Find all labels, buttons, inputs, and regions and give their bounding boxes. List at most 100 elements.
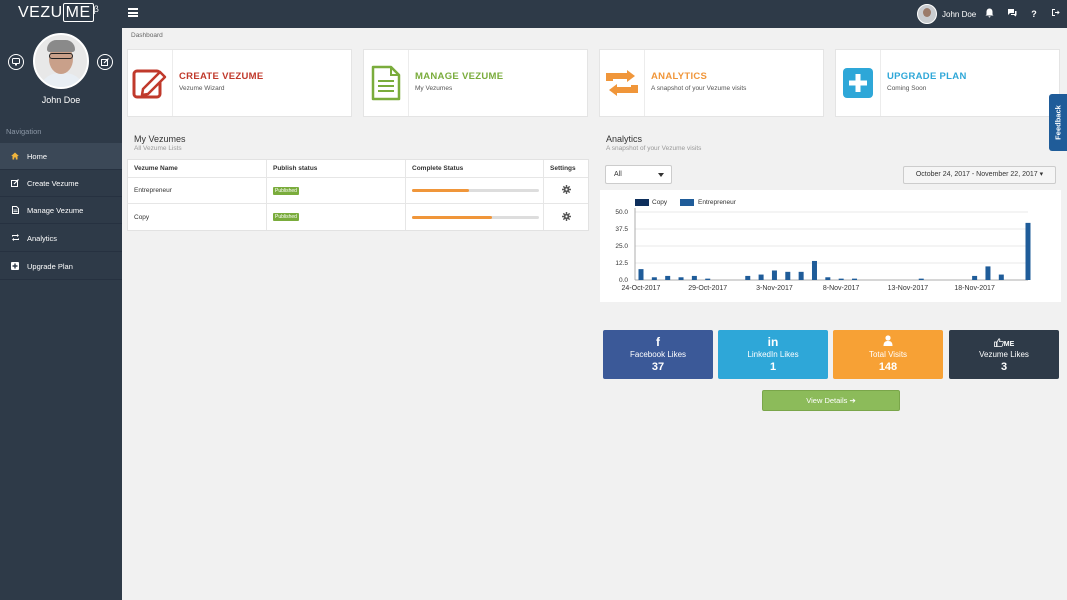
edit-icon xyxy=(11,179,19,187)
feedback-tab[interactable]: Feedback xyxy=(1049,94,1067,151)
analytics-subtitle: A snapshot of your Vezume visits xyxy=(606,145,702,152)
y-tick-label: 12.5 xyxy=(615,260,628,267)
complete-status-cell xyxy=(406,204,544,230)
sidebar-item-upgrade-plan[interactable]: Upgrade Plan xyxy=(0,253,122,280)
avatar xyxy=(917,4,937,24)
card-subtitle: Vezume Wizard xyxy=(179,85,225,92)
pencil-box-icon xyxy=(128,50,173,116)
create-vezume-card[interactable]: CREATE VEZUME Vezume Wizard xyxy=(127,49,352,117)
bar xyxy=(918,278,924,280)
top-user-name: John Doe xyxy=(942,9,977,19)
upgrade-plan-card[interactable]: UPGRADE PLAN Coming Soon xyxy=(835,49,1060,117)
column-header: Settings xyxy=(550,165,576,172)
filter-select[interactable]: All xyxy=(605,165,672,184)
stat-label: Facebook Likes xyxy=(629,350,687,359)
view-details-button[interactable]: View Details ➔ xyxy=(762,390,900,411)
profile-avatar[interactable] xyxy=(33,33,89,89)
complete-status-cell xyxy=(406,178,544,203)
bar xyxy=(985,266,991,280)
bar xyxy=(665,275,671,280)
menu-toggle-icon[interactable] xyxy=(128,8,138,17)
progress-bar xyxy=(412,189,539,192)
stat-label: LinkedIn Likes xyxy=(747,350,799,359)
y-tick-label: 37.5 xyxy=(615,226,628,233)
sidebar-item-label: Upgrade Plan xyxy=(27,261,73,271)
bar xyxy=(745,275,751,280)
x-tick-label: 3-Nov-2017 xyxy=(756,285,793,292)
profile-name: John Doe xyxy=(41,95,81,105)
my-vezumes-subtitle: All Vezume Lists xyxy=(134,145,182,152)
bar xyxy=(1025,222,1031,280)
bar xyxy=(771,270,777,280)
user-icon xyxy=(833,335,943,349)
bar xyxy=(638,269,644,280)
gear-icon[interactable] xyxy=(561,211,571,223)
bar xyxy=(651,277,657,280)
vezume-name[interactable]: Copy xyxy=(128,204,267,230)
bar xyxy=(972,275,978,280)
gear-icon[interactable] xyxy=(561,185,571,196)
column-header: Publish status xyxy=(267,160,406,177)
facebook-likes-tile[interactable]: f Facebook Likes 37 xyxy=(603,330,713,379)
plus-square-icon xyxy=(11,262,19,270)
analytics-card[interactable]: ANALYTICS A snapshot of your Vezume visi… xyxy=(599,49,824,117)
stat-label: Vezume Likes xyxy=(979,350,1029,359)
bar xyxy=(852,278,858,280)
user-menu[interactable]: John Doe xyxy=(917,4,976,24)
analytics-chart: Copy Entrepreneur 50.0 37.5 25.0 12.5 0.0 24-… xyxy=(600,190,1061,302)
sidebar-item-manage-vezume[interactable]: Manage Vezume xyxy=(0,197,122,224)
column-header: Complete Status xyxy=(406,160,544,177)
progress-fill xyxy=(412,215,492,219)
home-icon xyxy=(11,152,19,160)
bar xyxy=(998,274,1004,280)
view-details-label: View Details xyxy=(806,396,848,405)
manage-vezume-card[interactable]: MANAGE VEZUME My Vezumes xyxy=(363,49,588,117)
top-bar: VEZU ME β John Doe ? xyxy=(0,0,1067,28)
table-header-row: Vezume Name Publish status Complete Stat… xyxy=(128,160,588,178)
arrow-right-icon: ➔ xyxy=(849,396,856,405)
card-title: CREATE VEZUME xyxy=(179,71,264,82)
sidebar-item-home[interactable]: Home xyxy=(0,143,122,170)
x-tick-label: 18-Nov-2017 xyxy=(954,285,995,292)
bell-icon[interactable] xyxy=(983,8,995,20)
card-title: MANAGE VEZUME xyxy=(415,71,504,82)
logo-me-text: ME xyxy=(62,3,94,22)
me-text: ME xyxy=(1003,341,1015,348)
sidebar-item-analytics[interactable]: Analytics xyxy=(0,225,122,252)
column-header: Vezume Name xyxy=(128,160,267,177)
y-tick-label: 25.0 xyxy=(615,243,628,250)
linkedin-likes-tile[interactable]: in LinkedIn Likes 1 xyxy=(718,330,828,379)
publish-status-cell: Published xyxy=(267,178,406,203)
date-range-picker[interactable]: October 24, 2017 - November 22, 2017 ▾ xyxy=(903,166,1056,184)
total-visits-tile[interactable]: Total Visits 148 xyxy=(833,330,943,379)
settings-cell xyxy=(544,204,588,230)
card-subtitle: Coming Soon xyxy=(887,85,927,92)
stat-value: 37 xyxy=(651,361,665,373)
sidebar-item-create-vezume[interactable]: Create Vezume xyxy=(0,170,122,197)
card-title: ANALYTICS xyxy=(651,71,708,82)
facebook-icon: f xyxy=(656,335,660,349)
sidebar-item-label: Create Vezume xyxy=(27,178,79,188)
logo-beta: β xyxy=(93,4,100,14)
stat-value: 148 xyxy=(878,361,898,373)
x-tick-label: 29-Oct-2017 xyxy=(688,285,727,292)
monitor-icon[interactable] xyxy=(8,54,24,70)
retweet-icon xyxy=(600,50,645,116)
logout-icon[interactable] xyxy=(1049,8,1061,20)
profile-area: John Doe xyxy=(0,28,122,116)
chat-icon[interactable] xyxy=(1006,8,1018,20)
vezume-logo[interactable]: VEZU ME β xyxy=(18,3,100,22)
vezume-likes-tile[interactable]: ME Vezume Likes 3 xyxy=(949,330,1059,379)
analytics-title: Analytics xyxy=(606,134,643,144)
breadcrumb[interactable]: Dashboard xyxy=(131,32,163,39)
sidebar-item-label: Analytics xyxy=(27,233,58,243)
bar xyxy=(678,277,684,280)
date-range-text: October 24, 2017 - November 22, 2017 xyxy=(915,171,1038,178)
settings-cell xyxy=(544,178,588,203)
bar-chart: 50.0 37.5 25.0 12.5 0.024-Oct-2017 29-Oct-201… xyxy=(615,208,1031,292)
vezume-name[interactable]: Entrepreneur xyxy=(128,178,267,203)
help-icon[interactable]: ? xyxy=(1028,8,1040,20)
bar xyxy=(825,277,831,280)
bar xyxy=(758,274,764,280)
edit-profile-icon[interactable] xyxy=(97,54,113,70)
